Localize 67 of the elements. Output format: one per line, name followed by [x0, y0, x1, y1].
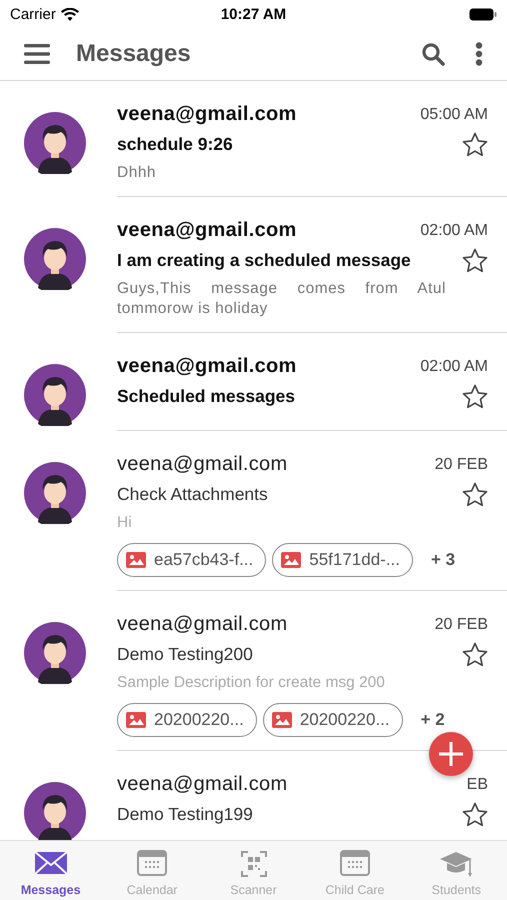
image-icon: [281, 552, 302, 568]
star-button[interactable]: [462, 248, 488, 273]
message-time: EB: [466, 776, 488, 794]
graduation-cap-icon: [439, 849, 474, 877]
star-icon: [462, 248, 488, 273]
carrier-label: Carrier: [10, 6, 56, 22]
status-time: 10:27 AM: [220, 6, 286, 22]
search-icon: [421, 42, 445, 66]
attachment-chip[interactable]: 20200220...: [117, 703, 257, 737]
avatar-icon: [24, 364, 86, 426]
more-attachments-count: + 2: [420, 710, 445, 730]
compose-button[interactable]: [429, 732, 473, 776]
star-button[interactable]: [462, 384, 488, 409]
image-icon: [272, 712, 292, 728]
sender-email: veena@gmail.com: [117, 103, 298, 126]
message-preview: Dhhh: [117, 163, 158, 183]
attachment-chip[interactable]: 20200220...: [262, 703, 403, 737]
message-subject: Scheduled messages: [117, 386, 296, 407]
calendar-icon: [338, 849, 372, 877]
image-icon: [126, 712, 146, 728]
avatar-icon: [24, 228, 86, 290]
message-subject: Demo Testing199: [117, 804, 254, 825]
plus-icon: [436, 739, 466, 769]
sender-email: veena@gmail.com: [117, 355, 298, 378]
message-subject: Check Attachments: [117, 484, 269, 505]
message-time: 20 FEB: [434, 616, 488, 634]
avatar-icon: [24, 622, 86, 684]
search-button[interactable]: [421, 42, 445, 66]
sender-email: veena@gmail.com: [117, 219, 298, 242]
more-button[interactable]: [475, 42, 483, 66]
mail-icon: [34, 849, 68, 877]
star-icon: [462, 642, 488, 667]
message-time: 05:00 AM: [420, 106, 488, 124]
calendar-icon: [135, 849, 170, 877]
page-title: Messages: [76, 40, 192, 68]
star-button[interactable]: [462, 802, 488, 827]
message-time: 20 FEB: [434, 456, 488, 474]
sender-email: veena@gmail.com: [117, 773, 288, 796]
menu-icon: [24, 44, 50, 64]
avatar-icon: [24, 112, 86, 174]
more-attachments-count: + 3: [431, 550, 456, 570]
battery-icon: [469, 8, 497, 20]
star-icon: [462, 384, 488, 409]
message-preview: Guys,This message comes from Atul tommorow is holiday: [117, 279, 447, 319]
more-icon: [475, 42, 483, 66]
attachment-chip[interactable]: 55f171dd-...: [272, 543, 413, 577]
menu-button[interactable]: [24, 44, 50, 64]
star-icon: [462, 802, 488, 827]
attachment-chip[interactable]: ea57cb43-f...: [117, 543, 266, 577]
message-subject: schedule 9:26: [117, 134, 234, 155]
avatar-icon: [24, 462, 86, 524]
message-time: 02:00 AM: [420, 358, 488, 376]
message-time: 02:00 AM: [420, 222, 488, 240]
star-icon: [462, 482, 488, 507]
star-icon: [462, 132, 488, 157]
sender-email: veena@gmail.com: [117, 453, 288, 476]
message-subject: I am creating a scheduled message: [117, 250, 412, 271]
tab-item[interactable]: Messages: [0, 841, 102, 900]
message-preview: Hi: [117, 513, 133, 533]
star-button[interactable]: [462, 482, 488, 507]
wifi-icon: [60, 8, 79, 20]
star-button[interactable]: [462, 132, 488, 157]
image-icon: [126, 552, 146, 568]
sender-email: veena@gmail.com: [117, 613, 288, 636]
star-button[interactable]: [462, 642, 488, 667]
message-preview: Sample Description for create msg 200: [117, 673, 386, 693]
message-subject: Demo Testing200: [117, 644, 254, 665]
